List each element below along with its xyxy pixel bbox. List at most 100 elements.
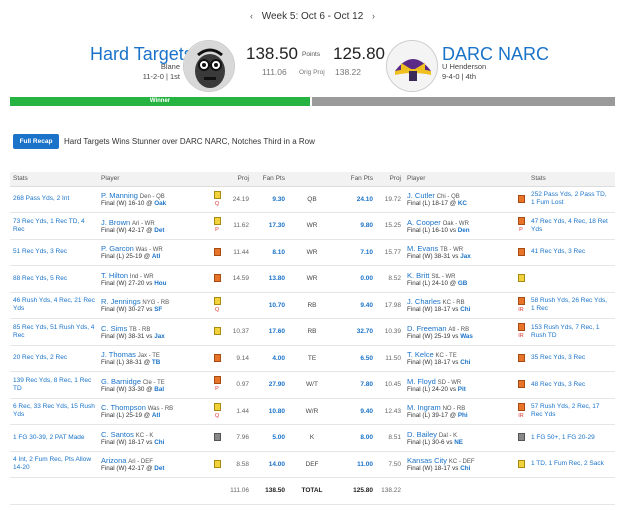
left-player-name[interactable]: P. Garcon [101, 244, 134, 253]
left-opponent-link[interactable]: Bal [154, 386, 164, 393]
left-stats[interactable]: 268 Pass Yds, 2 Int [10, 186, 98, 213]
left-fan-pts[interactable]: 13.80 [252, 265, 288, 293]
left-opponent-link[interactable]: Det [154, 227, 164, 234]
right-fan-pts[interactable]: 9.80 [336, 212, 376, 240]
right-stats[interactable]: 58 Rush Yds, 26 Rec Yds, 1 Rec [528, 292, 615, 319]
left-fan-pts[interactable]: 27.90 [252, 371, 288, 399]
prev-week-arrow-icon[interactable]: ‹ [250, 11, 253, 21]
right-opponent-link[interactable]: Pit [458, 386, 466, 393]
right-stats[interactable] [528, 265, 615, 293]
player-note-icon[interactable] [517, 353, 525, 362]
right-player-name[interactable]: J. Charles [407, 297, 441, 306]
right-fan-pts[interactable]: 9.40 [336, 398, 376, 425]
right-opponent-link[interactable]: Was [460, 333, 473, 340]
player-note-icon[interactable] [213, 274, 221, 283]
player-note-icon[interactable] [517, 459, 525, 468]
player-note-icon[interactable] [213, 327, 221, 336]
left-player-name[interactable]: J. Thomas [101, 350, 136, 359]
player-note-icon[interactable] [517, 433, 525, 442]
left-fan-pts[interactable]: 10.70 [252, 292, 288, 319]
right-fan-pts[interactable]: 6.50 [336, 345, 376, 372]
right-stats[interactable]: 35 Rec Yds, 3 Rec [528, 345, 615, 372]
right-team-avatar[interactable] [386, 40, 438, 92]
player-note-icon[interactable] [213, 459, 221, 468]
left-opponent-link[interactable]: TB [152, 359, 160, 366]
left-stats[interactable]: 88 Rec Yds, 5 Rec [10, 265, 98, 293]
right-stats[interactable]: 41 Rec Yds, 3 Rec [528, 239, 615, 266]
right-fan-pts[interactable]: 9.40 [336, 292, 376, 319]
week-label[interactable]: Week 5: Oct 6 - Oct 12 [262, 11, 364, 22]
right-player-name[interactable]: D. Bailey [407, 430, 437, 439]
player-note-icon[interactable] [213, 247, 221, 256]
right-player-name[interactable]: K. Britt [407, 271, 430, 280]
left-opponent-link[interactable]: Oak [154, 200, 166, 207]
left-player-name[interactable]: C. Santos [101, 430, 134, 439]
player-note-icon[interactable] [213, 353, 221, 362]
left-stats[interactable]: 73 Rec Yds, 1 Rec TD, 4 Rec [10, 212, 98, 240]
left-fan-pts[interactable]: 5.00 [252, 424, 288, 452]
right-fan-pts[interactable]: 7.10 [336, 239, 376, 266]
left-stats[interactable]: 1 FG 30-39, 2 PAT Made [10, 424, 98, 452]
left-player-name[interactable]: R. Jennings [101, 297, 141, 306]
left-opponent-link[interactable]: Atl [152, 412, 160, 419]
right-fan-pts[interactable]: 11.00 [336, 451, 376, 478]
left-opponent-link[interactable]: Hou [154, 280, 166, 287]
left-player-name[interactable]: C. Thompson [101, 403, 146, 412]
left-fan-pts[interactable]: 17.30 [252, 212, 288, 240]
left-fan-pts[interactable]: 14.00 [252, 451, 288, 478]
right-opponent-link[interactable]: GB [458, 280, 467, 287]
left-stats[interactable]: 51 Rec Yds, 3 Rec [10, 239, 98, 266]
left-opponent-link[interactable]: Atl [152, 253, 160, 260]
right-stats[interactable]: 153 Rush Yds, 7 Rec, 1 Rush TD [528, 318, 615, 346]
right-fan-pts[interactable]: 8.00 [336, 424, 376, 452]
right-opponent-link[interactable]: Chi [460, 465, 470, 472]
next-week-arrow-icon[interactable]: › [372, 11, 375, 21]
left-fan-pts[interactable]: 4.00 [252, 345, 288, 372]
right-stats[interactable]: 252 Pass Yds, 2 Pass TD, 1 Fum Lost [528, 186, 615, 213]
player-note-icon[interactable] [517, 194, 525, 203]
left-player-name[interactable]: Arizona [101, 456, 126, 465]
player-note-icon[interactable] [517, 323, 525, 332]
left-opponent-link[interactable]: SF [154, 306, 162, 313]
right-player-name[interactable]: M. Ingram [407, 403, 441, 412]
right-player-name[interactable]: Kansas City [407, 456, 447, 465]
player-note-icon[interactable] [213, 402, 221, 411]
right-fan-pts[interactable]: 32.70 [336, 318, 376, 346]
right-opponent-link[interactable]: Jax [460, 253, 471, 260]
right-player-name[interactable]: M. Floyd [407, 377, 436, 386]
right-opponent-link[interactable]: Chi [460, 306, 470, 313]
left-stats[interactable]: 139 Rec Yds, 8 Rec, 1 Rec TD [10, 371, 98, 399]
right-fan-pts[interactable]: 24.10 [336, 186, 376, 213]
right-player-name[interactable]: M. Evans [407, 244, 438, 253]
player-note-icon[interactable] [213, 296, 221, 305]
right-stats[interactable]: 47 Rec Yds, 4 Rec, 18 Ret Yds [528, 212, 615, 240]
right-fan-pts[interactable]: 7.80 [336, 371, 376, 399]
left-player-name[interactable]: P. Manning [101, 191, 138, 200]
right-stats[interactable]: 1 FG 50+, 1 FG 20-29 [528, 424, 615, 452]
player-note-icon[interactable] [517, 380, 525, 389]
right-opponent-link[interactable]: Phi [458, 412, 468, 419]
right-opponent-link[interactable]: Chi [460, 359, 470, 366]
full-recap-button[interactable]: Full Recap [13, 134, 59, 149]
right-player-name[interactable]: T. Kelce [407, 350, 434, 359]
right-opponent-link[interactable]: Den [458, 227, 470, 234]
player-note-icon[interactable] [517, 274, 525, 283]
player-note-icon[interactable] [213, 217, 221, 226]
left-stats[interactable]: 46 Rush Yds, 4 Rec, 21 Rec Yds [10, 292, 98, 319]
left-team-avatar[interactable] [183, 40, 235, 92]
left-fan-pts[interactable]: 9.30 [252, 186, 288, 213]
right-stats[interactable]: 48 Rec Yds, 3 Rec [528, 371, 615, 399]
player-note-icon[interactable] [213, 433, 221, 442]
left-stats[interactable]: 4 Int, 2 Fum Rec, Pts Allow 14-20 [10, 451, 98, 478]
player-note-icon[interactable] [517, 402, 525, 411]
player-note-icon[interactable] [517, 247, 525, 256]
left-opponent-link[interactable]: Jax [154, 333, 165, 340]
left-fan-pts[interactable]: 8.10 [252, 239, 288, 266]
player-note-icon[interactable] [517, 217, 525, 226]
left-player-name[interactable]: G. Barnidge [101, 377, 141, 386]
player-note-icon[interactable] [213, 376, 221, 385]
left-fan-pts[interactable]: 17.60 [252, 318, 288, 346]
right-player-name[interactable]: J. Cutler [407, 191, 435, 200]
player-note-icon[interactable] [213, 190, 221, 199]
right-stats[interactable]: 1 TD, 1 Fum Rec, 2 Sack [528, 451, 615, 478]
